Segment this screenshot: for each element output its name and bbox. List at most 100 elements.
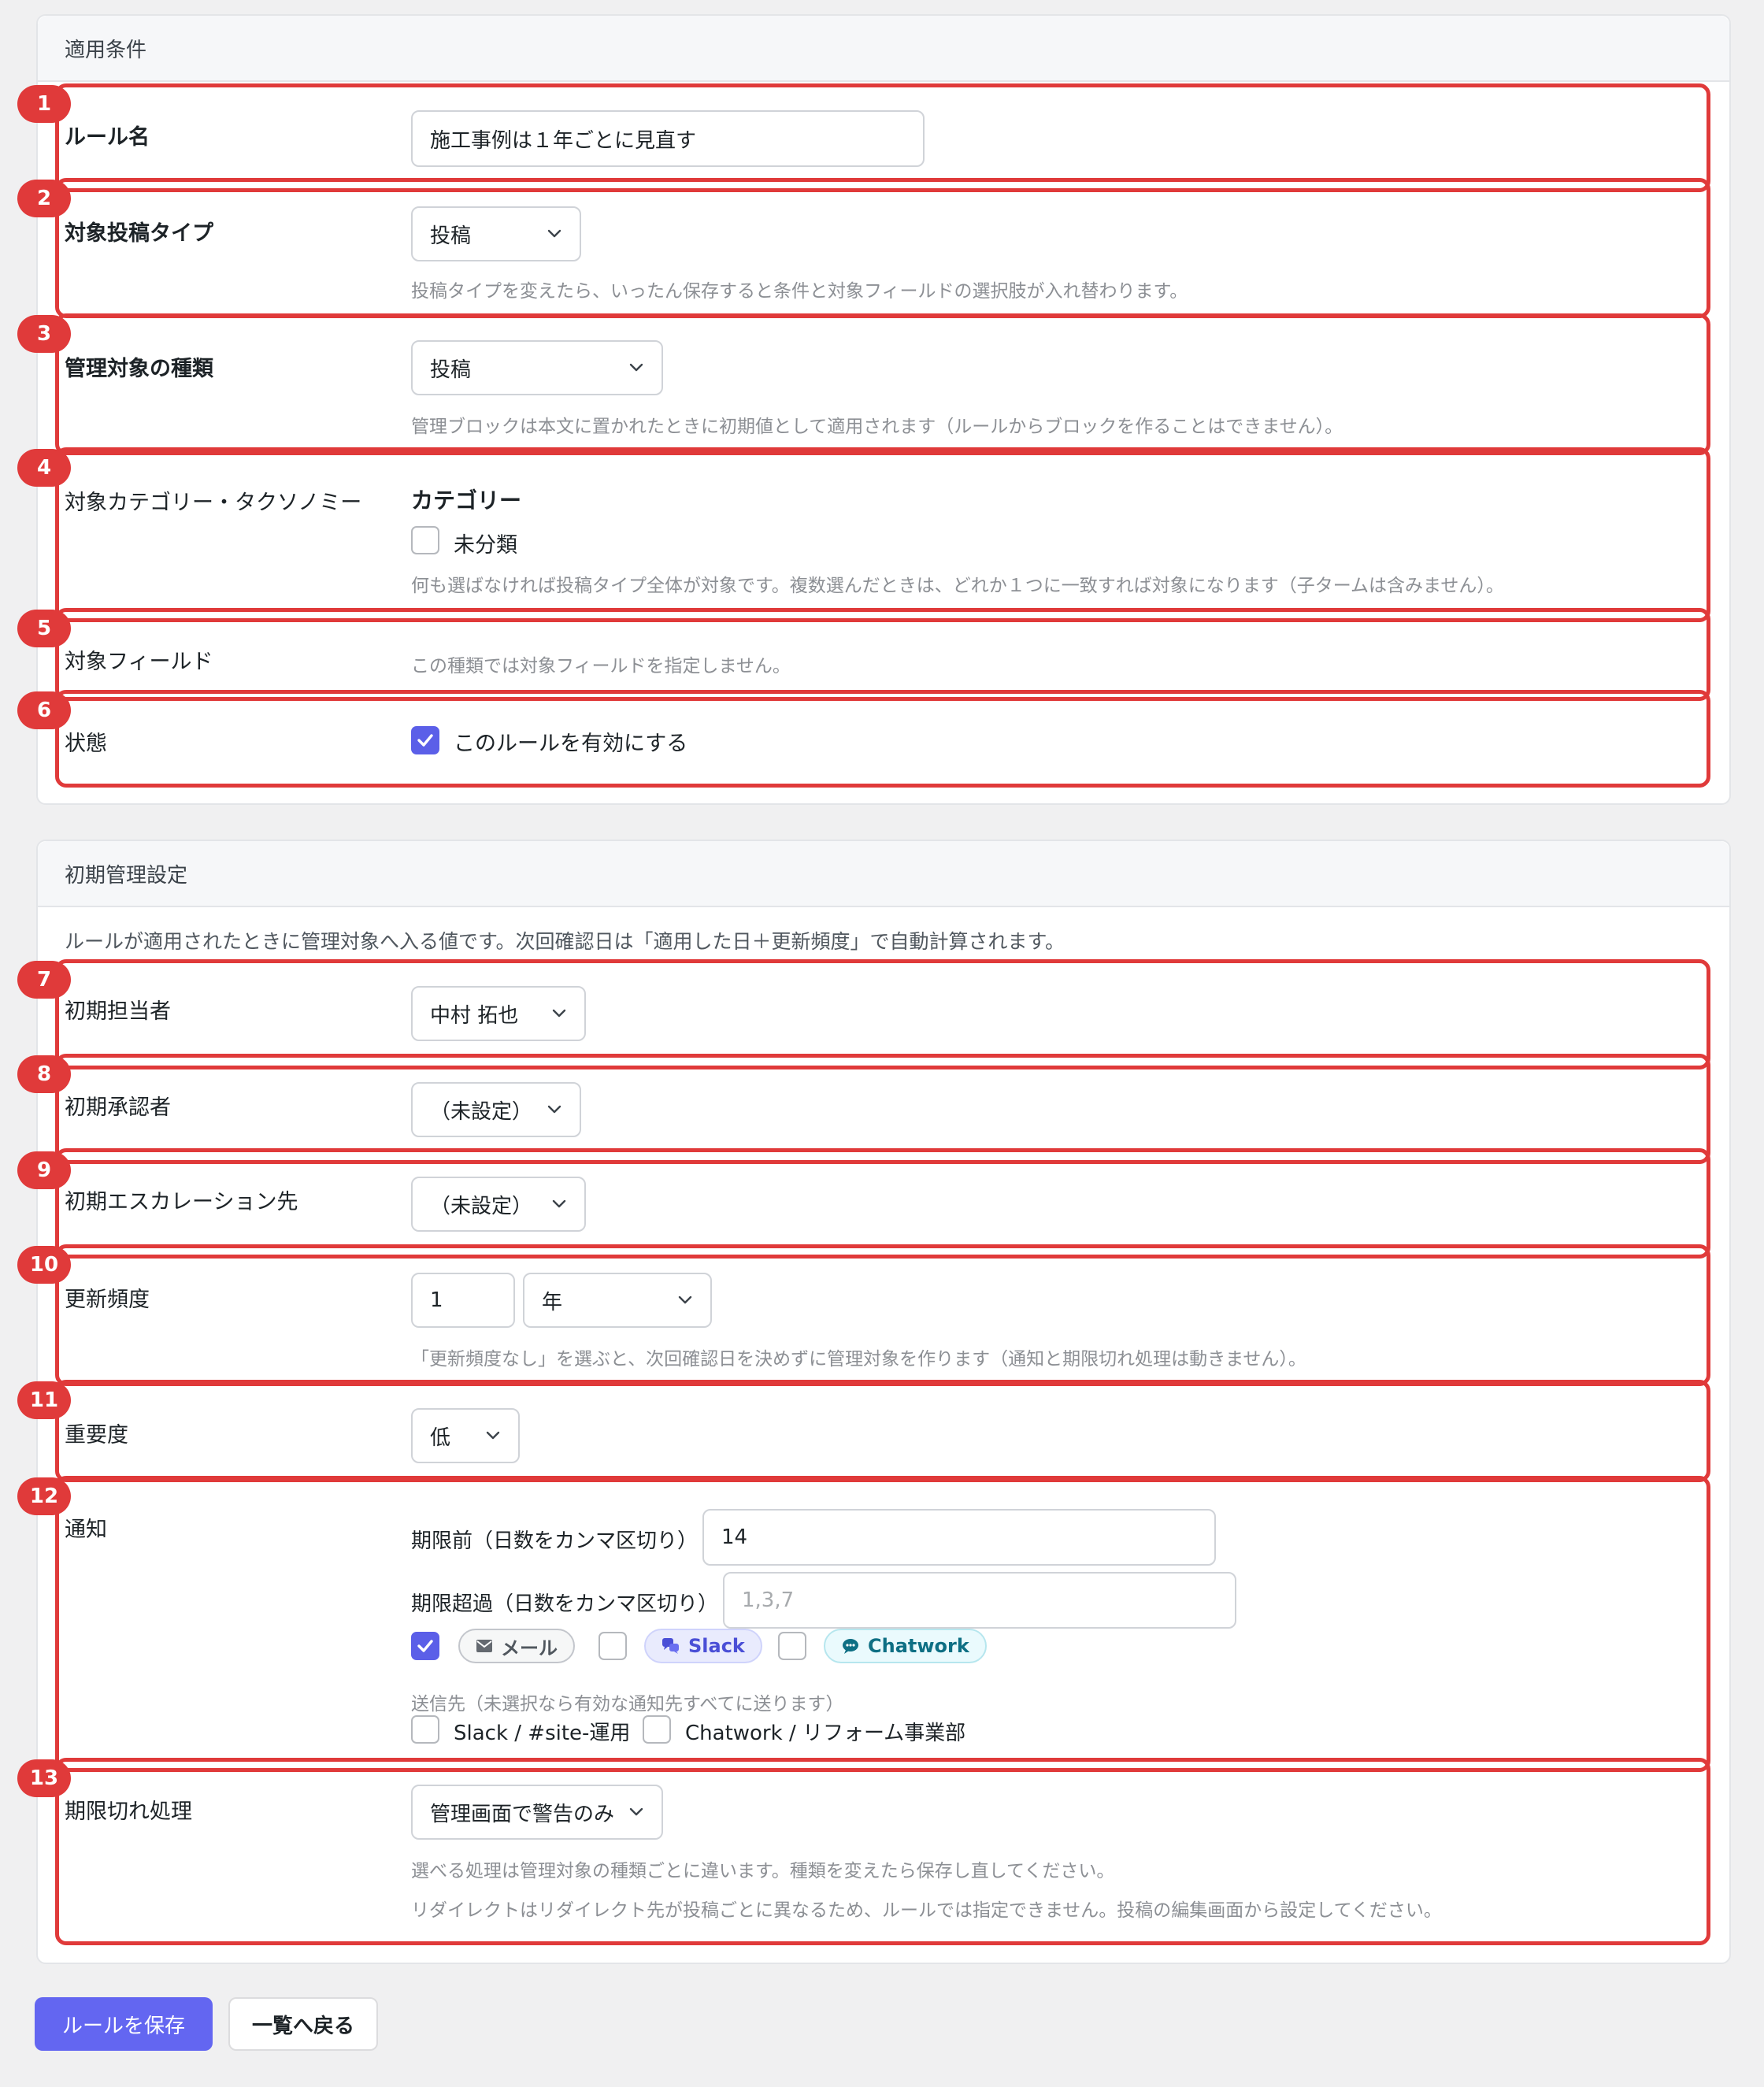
back-to-list-button[interactable]: 一覧へ戻る: [228, 1997, 378, 2051]
save-rule-button[interactable]: ルールを保存: [35, 1997, 213, 2051]
target-kind-select[interactable]: 投稿: [411, 340, 663, 395]
chevron-down-icon: [486, 1431, 500, 1440]
check-icon: [417, 734, 433, 747]
notification-label: 通知: [65, 1518, 107, 1542]
update-frequency-unit-selected: 年: [542, 1290, 563, 1314]
highlight-box-7: [55, 959, 1710, 1069]
channel-slack-label: Slack: [688, 1635, 745, 1657]
priority-select[interactable]: 低: [411, 1408, 520, 1463]
update-frequency-number-input[interactable]: 1: [411, 1273, 515, 1328]
initial-assignee-select[interactable]: 中村 拓也: [411, 986, 586, 1041]
dest-slack-label: Slack / #site-運用: [454, 1722, 631, 1745]
category-group-title: カテゴリー: [411, 487, 522, 513]
channel-chatwork-chip: Chatwork: [824, 1629, 987, 1663]
initial-escalation-select[interactable]: （未設定）: [411, 1177, 586, 1232]
badge-11: 11: [17, 1381, 71, 1419]
check-icon: [417, 1640, 433, 1652]
after-days-label: 期限超過（日数をカンマ区切り）: [411, 1592, 719, 1616]
badge-2: 2: [17, 180, 71, 217]
post-type-label: 対象投稿タイプ: [65, 221, 213, 246]
panel-title-apply-conditions: 適用条件: [38, 16, 1729, 82]
channel-slack-checkbox[interactable]: [598, 1632, 627, 1660]
before-days-input[interactable]: 14: [702, 1509, 1216, 1566]
priority-label: 重要度: [65, 1423, 128, 1448]
channel-slack-chip: Slack: [644, 1629, 762, 1663]
initial-approver-select[interactable]: （未設定）: [411, 1082, 581, 1137]
post-type-select[interactable]: 投稿: [411, 206, 581, 261]
expiry-handling-label: 期限切れ処理: [65, 1800, 192, 1824]
target-kind-help: 管理ブロックは本文に置かれたときに初期値として適用されます（ルールからブロックを…: [411, 417, 1343, 437]
before-days-label: 期限前（日数をカンマ区切り）: [411, 1529, 699, 1553]
after-days-placeholder: 1,3,7: [742, 1588, 795, 1612]
chevron-down-icon: [629, 363, 643, 372]
badge-4: 4: [17, 449, 71, 487]
taxonomy-label: 対象カテゴリー・タクソノミー: [65, 491, 362, 515]
dest-chatwork-checkbox[interactable]: [643, 1715, 671, 1744]
initial-approver-label: 初期承認者: [65, 1095, 171, 1120]
channel-mail-chip: メール: [458, 1629, 575, 1663]
status-label: 状態: [65, 732, 107, 756]
chevron-down-icon: [552, 1009, 566, 1018]
chevron-down-icon: [547, 229, 561, 238]
post-type-help: 投稿タイプを変えたら、いったん保存すると条件と対象フィールドの選択肢が入れ替わり…: [411, 281, 1188, 302]
destination-help: 送信先（未選択なら有効な通知先すべてに送ります）: [411, 1694, 844, 1714]
expiry-handling-selected: 管理画面で警告のみ: [430, 1802, 615, 1826]
highlight-box-5: [55, 608, 1710, 701]
badge-12: 12: [17, 1477, 71, 1515]
rule-enabled-checkbox[interactable]: [411, 726, 439, 754]
target-field-label: 対象フィールド: [65, 650, 213, 674]
chevron-down-icon: [629, 1807, 643, 1816]
after-days-input[interactable]: 1,3,7: [723, 1572, 1236, 1629]
expiry-handling-select[interactable]: 管理画面で警告のみ: [411, 1785, 663, 1840]
mail-icon: [476, 1639, 493, 1653]
channel-mail-checkbox[interactable]: [411, 1632, 439, 1660]
taxonomy-help: 何も選ばなければ投稿タイプ全体が対象です。複数選んだときは、どれか１つに一致すれ…: [411, 576, 1504, 596]
badge-1: 1: [17, 85, 71, 123]
target-kind-selected: 投稿: [430, 358, 472, 382]
rule-name-label: ルール名: [65, 125, 150, 150]
channel-mail-label: メール: [501, 1637, 558, 1659]
expiry-handling-help-1: 選べる処理は管理対象の種類ごとに違います。種類を変えたら保存し直してください。: [411, 1861, 1115, 1881]
update-frequency-help: 「更新頻度なし」を選ぶと、次回確認日を決めずに管理対象を作ります（通知と期限切れ…: [411, 1349, 1306, 1370]
update-frequency-label: 更新頻度: [65, 1288, 150, 1312]
highlight-box-8: [55, 1054, 1710, 1164]
rule-name-value: 施工事例は１年ごとに見直す: [430, 128, 697, 153]
badge-6: 6: [17, 691, 71, 729]
initial-settings-intro: ルールが適用されたときに管理対象へ入る値です。次回確認日は「適用した日＋更新頻度…: [65, 930, 1065, 953]
badge-10: 10: [17, 1246, 71, 1284]
expiry-handling-help-2: リダイレクトはリダイレクト先が投稿ごとに異なるため、ルールでは指定できません。投…: [411, 1900, 1442, 1921]
update-frequency-unit-select[interactable]: 年: [523, 1273, 712, 1328]
priority-selected: 低: [430, 1425, 451, 1450]
before-days-value: 14: [721, 1525, 748, 1549]
badge-5: 5: [17, 610, 71, 647]
rule-name-input[interactable]: 施工事例は１年ごとに見直す: [411, 110, 925, 167]
chevron-down-icon: [547, 1105, 561, 1114]
target-kind-label: 管理対象の種類: [65, 357, 213, 381]
dest-chatwork-label: Chatwork / リフォーム事業部: [685, 1722, 966, 1745]
panel-title-initial-settings: 初期管理設定: [38, 841, 1729, 907]
chevron-down-icon: [678, 1296, 692, 1304]
slack-icon: [662, 1637, 680, 1655]
initial-assignee-selected: 中村 拓也: [430, 1003, 519, 1028]
initial-approver-selected: （未設定）: [430, 1099, 533, 1124]
chatwork-icon: [841, 1637, 860, 1655]
channel-chatwork-label: Chatwork: [868, 1635, 969, 1657]
initial-escalation-label: 初期エスカレーション先: [65, 1190, 298, 1214]
initial-escalation-selected: （未設定）: [430, 1194, 533, 1218]
badge-7: 7: [17, 961, 71, 999]
initial-assignee-label: 初期担当者: [65, 999, 171, 1024]
channel-chatwork-checkbox[interactable]: [778, 1632, 806, 1660]
dest-slack-checkbox[interactable]: [411, 1715, 439, 1744]
badge-3: 3: [17, 315, 71, 353]
target-field-help: この種類では対象フィールドを指定しません。: [411, 656, 791, 677]
highlight-box-6: [55, 690, 1710, 788]
badge-8: 8: [17, 1055, 71, 1093]
category-uncategorized-label: 未分類: [454, 533, 517, 558]
category-uncategorized-checkbox[interactable]: [411, 526, 439, 554]
highlight-box-9: [55, 1148, 1710, 1259]
post-type-selected: 投稿: [430, 224, 472, 248]
badge-13: 13: [17, 1759, 71, 1797]
chevron-down-icon: [552, 1199, 566, 1208]
update-frequency-number-value: 1: [430, 1288, 443, 1312]
highlight-box-11: [55, 1380, 1710, 1482]
